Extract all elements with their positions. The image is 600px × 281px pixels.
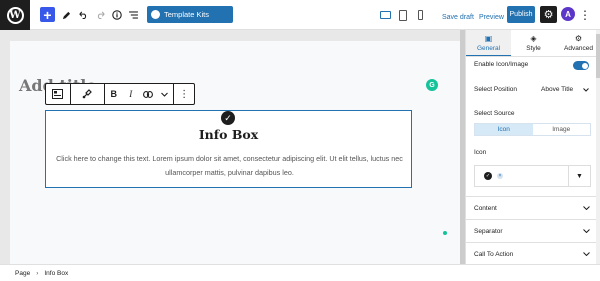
desktop-preview-button[interactable] — [379, 9, 391, 21]
tab-general[interactable]: ▣ General — [466, 30, 511, 56]
preview-button[interactable]: Preview — [479, 9, 504, 25]
selected-check-icon: ✓ — [484, 172, 492, 180]
sidebar-tabs: ▣ General ◈ Style ⚙ Advanced — [466, 30, 600, 57]
block-breadcrumb: Page › Info Box — [0, 264, 600, 281]
mobile-icon — [417, 10, 423, 20]
format-controls: B I — [105, 84, 175, 104]
panel-call-to-action[interactable]: Call To Action — [466, 242, 600, 265]
gear-icon: ⚙ — [543, 9, 554, 21]
select-position-label: Select Position — [474, 86, 517, 93]
source-image-option[interactable]: Image — [533, 124, 591, 135]
list-view-icon — [128, 11, 138, 19]
details-button[interactable] — [112, 7, 122, 23]
more-vertical-icon: ⋮ — [179, 88, 190, 100]
panel-separator[interactable]: Separator — [466, 219, 600, 242]
tab-advanced[interactable]: ⚙ Advanced — [556, 30, 600, 56]
infobox-block[interactable]: ✓ Info Box Click here to change this tex… — [45, 110, 412, 188]
brush-icon — [83, 89, 93, 99]
block-settings-sidebar: ▣ General ◈ Style ⚙ Advanced Enable Icon… — [465, 30, 600, 264]
redo-icon — [97, 11, 105, 19]
breadcrumb-separator-icon: › — [36, 269, 39, 277]
astra-icon: A — [565, 9, 571, 19]
chevron-down-icon — [583, 229, 590, 233]
template-kits-button[interactable]: Template Kits — [147, 6, 233, 23]
breadcrumb-info-box[interactable]: Info Box — [44, 270, 68, 277]
wordpress-icon: W — [6, 6, 24, 24]
tab-advanced-label: Advanced — [564, 45, 593, 52]
settings-button[interactable]: ⚙ — [540, 6, 557, 23]
block-type-button[interactable] — [46, 84, 71, 104]
italic-button[interactable]: I — [122, 84, 139, 104]
wordpress-logo-button[interactable]: W — [0, 0, 30, 30]
options-button[interactable]: ⋮ — [579, 7, 591, 23]
gear-icon: ⚙ — [574, 34, 583, 43]
panel-separator-label: Separator — [474, 227, 503, 235]
info-icon — [112, 10, 122, 20]
clear-icon[interactable]: × — [497, 173, 503, 179]
block-toolbar: B I ⋮ — [45, 83, 195, 105]
panel-call-to-action-label: Call To Action — [474, 250, 514, 258]
block-style-button[interactable] — [71, 84, 106, 104]
tools-pencil-button[interactable] — [61, 7, 71, 23]
plus-icon: + — [43, 6, 52, 23]
source-segmented-control: Icon Image — [474, 123, 591, 136]
undo-button[interactable] — [78, 7, 88, 23]
publish-button[interactable]: Publish — [507, 6, 535, 23]
tab-style-label: Style — [526, 45, 541, 52]
tab-general-label: General — [476, 44, 501, 52]
icon-label: Icon — [474, 149, 487, 156]
more-formats-button[interactable] — [156, 84, 173, 104]
status-dot — [443, 231, 447, 235]
tablet-icon — [399, 9, 407, 21]
pencil-icon — [62, 11, 70, 19]
chevron-down-icon — [583, 252, 590, 256]
template-kits-icon — [151, 10, 160, 19]
astra-settings-button[interactable]: A — [561, 7, 575, 21]
link-icon — [142, 90, 153, 98]
editor-top-bar: W + Template Kits Save draft Preview Pub… — [0, 0, 600, 30]
caret-down-icon: ▼ — [576, 172, 583, 180]
desktop-icon — [379, 11, 391, 19]
infobox-description[interactable]: Click here to change this text. Lorem ip… — [50, 152, 409, 180]
panel-content-label: Content — [474, 204, 497, 212]
undo-icon — [78, 11, 86, 19]
sidebar-scrollbar[interactable] — [596, 30, 600, 264]
icon-picker[interactable]: ✓ × ▼ — [474, 165, 591, 187]
panel-content[interactable]: Content — [466, 196, 600, 219]
sidebar-scrollbar-thumb[interactable] — [596, 34, 600, 78]
paint-icon: ◈ — [530, 34, 537, 43]
check-circle-icon: ✓ — [221, 111, 235, 125]
grammarly-icon[interactable]: G — [426, 79, 438, 91]
link-button[interactable] — [139, 84, 156, 104]
infobox-block-icon — [52, 89, 64, 99]
chevron-down-icon — [583, 87, 589, 92]
chevron-down-icon — [161, 92, 169, 97]
select-source-label: Select Source — [474, 110, 515, 117]
select-position-value: Above Title — [541, 86, 574, 93]
chevron-down-icon — [583, 206, 590, 210]
general-icon: ▣ — [484, 33, 493, 43]
enable-icon-toggle[interactable] — [573, 61, 589, 70]
mobile-preview-button[interactable] — [414, 9, 426, 21]
redo-button[interactable] — [95, 7, 105, 23]
list-view-button[interactable] — [128, 7, 138, 23]
tab-style[interactable]: ◈ Style — [511, 30, 556, 56]
source-icon-option[interactable]: Icon — [475, 124, 533, 135]
bold-button[interactable]: B — [105, 84, 122, 104]
save-draft-button[interactable]: Save draft — [442, 9, 474, 25]
more-vertical-icon: ⋮ — [579, 8, 591, 22]
select-position-dropdown[interactable]: Above Title — [538, 83, 592, 96]
tablet-preview-button[interactable] — [397, 9, 409, 21]
block-options-button[interactable]: ⋮ — [174, 84, 194, 104]
add-block-button[interactable]: + — [40, 6, 55, 23]
icon-picker-dropdown-button[interactable]: ▼ — [568, 166, 590, 186]
infobox-title[interactable]: Info Box — [46, 127, 411, 142]
breadcrumb-page[interactable]: Page — [15, 270, 30, 277]
template-kits-label: Template Kits — [164, 10, 210, 19]
